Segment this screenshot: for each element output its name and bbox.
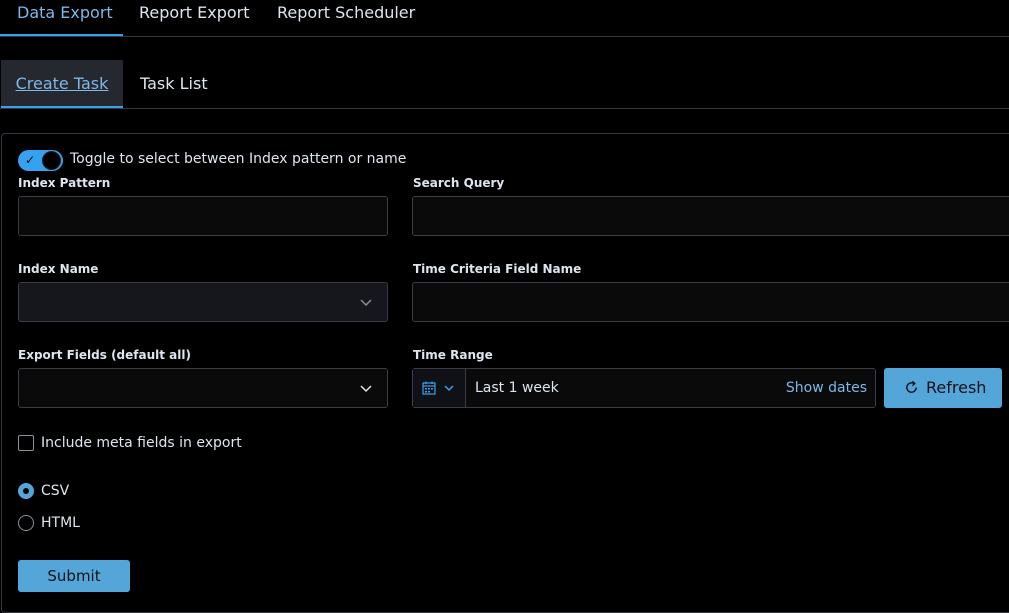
top-tab-bar: Data Export Report Export Report Schedul… <box>0 0 1009 37</box>
refresh-button[interactable]: Refresh <box>884 368 1002 408</box>
index-name-select[interactable] <box>18 282 388 322</box>
time-range-picker: Last 1 week Show dates <box>412 368 876 408</box>
csv-label: CSV <box>41 483 70 499</box>
quick-select-button[interactable] <box>413 369 466 407</box>
tab-create-task[interactable]: Create Task <box>1 60 123 108</box>
meta-fields-checkbox[interactable] <box>18 435 34 451</box>
sub-tab-bar: Create Task Task List <box>0 60 1009 109</box>
active-tab-indicator <box>0 34 123 36</box>
toggle-label: Toggle to select between Index pattern o… <box>70 151 407 167</box>
show-dates-link[interactable]: Show dates <box>786 380 867 396</box>
tab-report-scheduler[interactable]: Report Scheduler <box>277 0 415 37</box>
search-query-label: Search Query <box>413 176 505 190</box>
submit-button[interactable]: Submit <box>18 560 130 592</box>
calendar-icon <box>422 381 436 395</box>
tab-task-list[interactable]: Task List <box>140 60 208 108</box>
chevron-down-icon <box>360 299 372 307</box>
export-fields-label: Export Fields (default all) <box>18 348 191 362</box>
tab-data-export[interactable]: Data Export <box>17 0 113 37</box>
html-label: HTML <box>41 515 80 531</box>
search-query-input[interactable] <box>412 196 1009 236</box>
index-pattern-input[interactable] <box>18 196 388 236</box>
csv-radio[interactable] <box>18 483 34 499</box>
chevron-down-icon <box>444 385 454 392</box>
tab-report-export[interactable]: Report Export <box>139 0 250 37</box>
meta-fields-label: Include meta fields in export <box>41 435 242 451</box>
chevron-down-icon <box>360 385 372 393</box>
time-range-value[interactable]: Last 1 week <box>475 380 559 396</box>
check-icon: ✓ <box>25 153 36 167</box>
index-mode-toggle[interactable]: ✓ <box>18 150 63 171</box>
time-range-label: Time Range <box>413 348 493 362</box>
refresh-icon <box>906 380 917 393</box>
index-pattern-label: Index Pattern <box>18 176 111 190</box>
index-name-label: Index Name <box>18 262 99 276</box>
refresh-label: Refresh <box>926 378 987 397</box>
html-radio[interactable] <box>18 515 34 531</box>
toggle-knob <box>42 151 61 170</box>
time-field-input[interactable] <box>412 282 1009 322</box>
export-fields-select[interactable] <box>18 368 388 408</box>
time-field-label: Time Criteria Field Name <box>413 262 582 276</box>
